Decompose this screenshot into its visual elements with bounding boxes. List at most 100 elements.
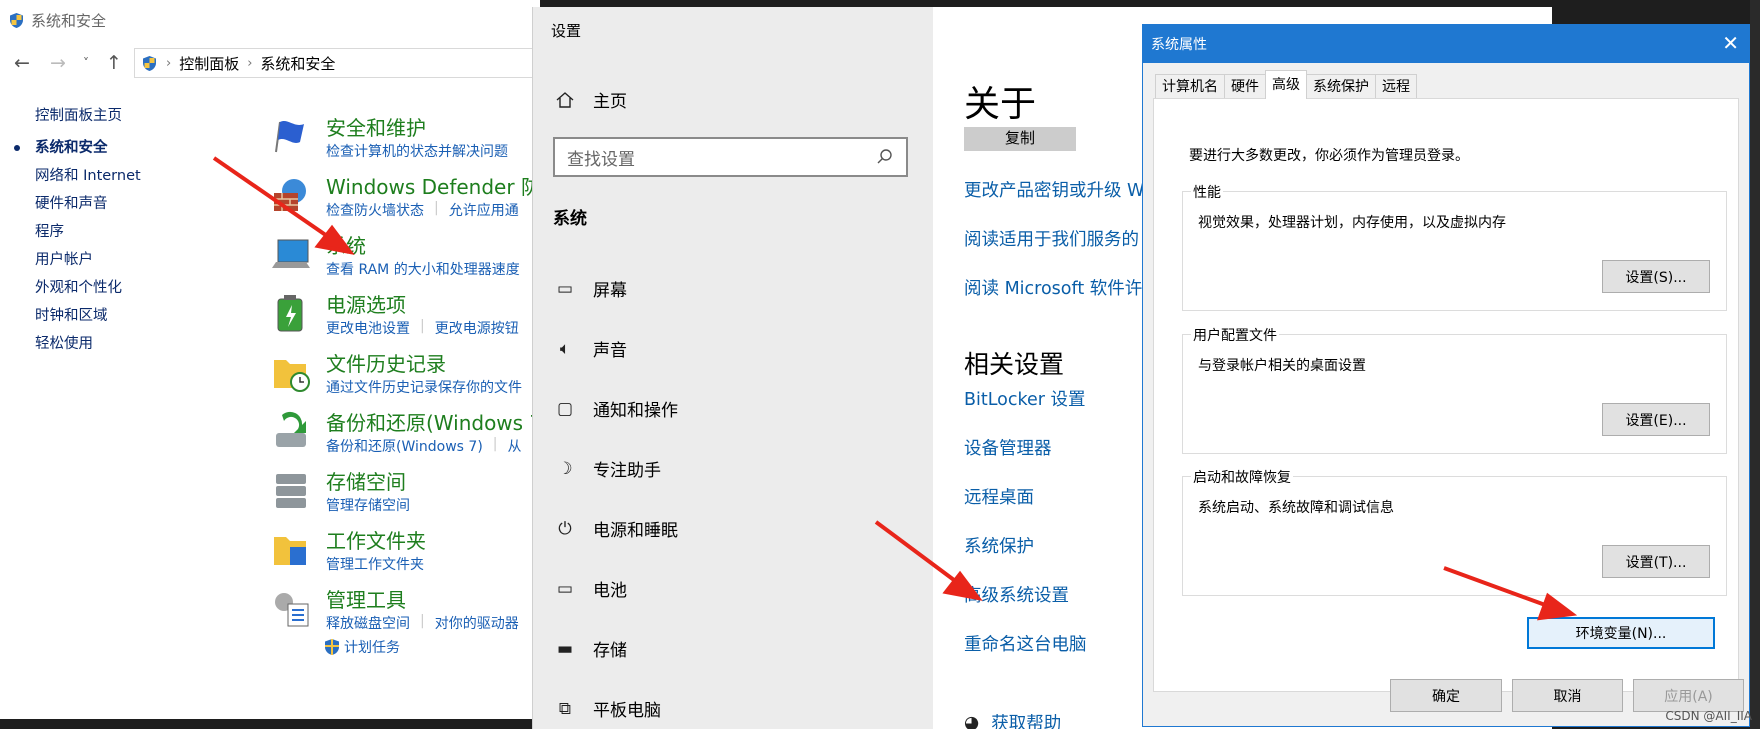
- system-properties-dialog: 系统属性 ✕ 计算机名 硬件 高级 系统保护 远程 要进行大多数更改，你必须作为…: [1142, 24, 1750, 727]
- tab-remote[interactable]: 远程: [1375, 74, 1417, 99]
- watermark: CSDN @AII_IIA: [1665, 709, 1752, 723]
- rename-pc-link[interactable]: 重命名这台电脑: [964, 631, 1087, 656]
- copy-button[interactable]: 复制: [964, 127, 1076, 151]
- category-firewall: Windows Defender 防 检查防火墙状态 | 允许应用通: [270, 173, 540, 229]
- shield-icon: [143, 55, 156, 71]
- sidebar-item-security[interactable]: 系统和安全: [35, 136, 108, 157]
- settings-item-display[interactable]: ▭ 屏幕: [553, 276, 627, 302]
- back-arrow-icon[interactable]: ←: [8, 49, 36, 77]
- category-title[interactable]: 电源选项: [326, 289, 406, 318]
- category-title[interactable]: 备份和还原(Windows 7: [326, 407, 540, 436]
- category-link[interactable]: 允许应用通: [449, 200, 519, 220]
- folder-clock-icon: [274, 360, 310, 392]
- settings-sidebar: 设置 主页 查找设置 系统 ▭ 屏幕 🔈︎ 声音 ▢ 通知和操作 ☽ 专注助手 ⏻ 电源和…: [533, 7, 933, 729]
- category-link[interactable]: 更改电源按钮: [435, 318, 519, 338]
- scheduled-tasks-link[interactable]: 计划任务: [324, 637, 400, 657]
- product-key-link[interactable]: 更改产品密钥或升级 W: [964, 177, 1144, 202]
- search-placeholder: 查找设置: [567, 149, 635, 170]
- category-link[interactable]: 查看 RAM 的大小和处理器速度: [326, 259, 520, 279]
- group-description: 系统启动、系统故障和调试信息: [1198, 500, 1394, 516]
- settings-search-input[interactable]: 查找设置: [553, 137, 908, 177]
- category-title[interactable]: 存储空间: [326, 466, 406, 495]
- category-title[interactable]: 安全和维护: [326, 112, 426, 141]
- category-link[interactable]: 管理存储空间: [326, 495, 410, 515]
- address-bar[interactable]: › 控制面板 › 系统和安全: [134, 48, 540, 78]
- settings-item-power[interactable]: ⏻ 电源和睡眠: [553, 516, 678, 542]
- sidebar-item-ease[interactable]: 轻松使用: [35, 332, 93, 353]
- firewall-icon: [274, 179, 306, 211]
- tab-advanced[interactable]: 高级: [1265, 70, 1307, 99]
- sidebar-item-clock[interactable]: 时钟和区域: [35, 304, 108, 325]
- user-profiles-group: 用户配置文件 与登录帐户相关的桌面设置 设置(E)...: [1182, 325, 1727, 454]
- device-manager-link[interactable]: 设备管理器: [964, 435, 1052, 460]
- tab-hardware[interactable]: 硬件: [1224, 74, 1266, 99]
- startup-recovery-settings-button[interactable]: 设置(T)...: [1602, 545, 1710, 578]
- category-system: 系统 查看 RAM 的大小和处理器速度: [270, 232, 540, 288]
- dialog-title: 系统属性: [1151, 37, 1207, 53]
- admin-tools-icon: [275, 593, 309, 627]
- help-icon: ◕: [964, 712, 980, 729]
- category-link[interactable]: 更改电池设置: [326, 318, 410, 338]
- remote-desktop-link[interactable]: 远程桌面: [964, 484, 1034, 509]
- settings-item-battery[interactable]: ▭ 电池: [553, 576, 627, 602]
- apply-button[interactable]: 应用(A): [1633, 679, 1744, 712]
- group-legend: 用户配置文件: [1191, 325, 1279, 345]
- category-link[interactable]: 备份和还原(Windows 7): [326, 436, 483, 456]
- category-link[interactable]: 从: [508, 436, 522, 456]
- sidebar-item-users[interactable]: 用户帐户: [35, 248, 93, 269]
- settings-home-item[interactable]: 主页: [555, 87, 627, 112]
- category-link[interactable]: 通过文件历史记录保存你的文件: [326, 377, 522, 397]
- settings-item-storage[interactable]: ▬ 存储: [553, 636, 627, 662]
- bitlocker-link[interactable]: BitLocker 设置: [964, 386, 1086, 411]
- up-arrow-icon[interactable]: ↑: [100, 49, 128, 77]
- system-protection-link[interactable]: 系统保护: [964, 533, 1034, 558]
- sidebar-item-appearance[interactable]: 外观和个性化: [35, 276, 122, 297]
- ok-button[interactable]: 确定: [1390, 679, 1502, 712]
- cancel-button[interactable]: 取消: [1512, 679, 1623, 712]
- sidebar-item-network[interactable]: 网络和 Internet: [35, 164, 141, 185]
- category-title[interactable]: 管理工具: [326, 584, 406, 613]
- category-link[interactable]: 对你的驱动器: [435, 613, 519, 633]
- category-link[interactable]: 检查计算机的状态并解决问题: [326, 141, 508, 161]
- group-legend: 性能: [1191, 182, 1223, 202]
- settings-item-focus[interactable]: ☽ 专注助手: [553, 456, 661, 482]
- history-dropdown-icon[interactable]: ˅: [72, 49, 100, 77]
- category-link[interactable]: 管理工作文件夹: [326, 554, 424, 574]
- settings-item-tablet[interactable]: ⧉ 平板电脑: [553, 696, 661, 722]
- category-title[interactable]: 工作文件夹: [326, 525, 426, 554]
- settings-item-notifications[interactable]: ▢ 通知和操作: [553, 396, 678, 422]
- get-help-link[interactable]: ◕ 获取帮助: [964, 710, 1061, 729]
- category-link[interactable]: 检查防火墙状态: [326, 200, 424, 220]
- tab-computer-name[interactable]: 计算机名: [1155, 74, 1225, 99]
- category-admin-tools: 管理工具 释放磁盘空间 | 对你的驱动器: [270, 586, 540, 642]
- breadcrumb-item[interactable]: 系统和安全: [260, 53, 335, 74]
- control-panel-window: 系统和安全 ← → ˅ ↑ › 控制面板 › 系统和安全 控制面板主页 系统和安…: [0, 0, 540, 719]
- home-label: 主页: [593, 92, 627, 112]
- sidebar-item-home[interactable]: 控制面板主页: [35, 104, 122, 125]
- sidebar-item-hardware[interactable]: 硬件和声音: [35, 192, 108, 213]
- tab-system-protection[interactable]: 系统保护: [1306, 74, 1376, 99]
- forward-arrow-icon[interactable]: →: [44, 49, 72, 77]
- message-icon: ▢: [556, 398, 574, 419]
- flag-icon: [275, 121, 304, 153]
- settings-title: 设置: [551, 22, 582, 40]
- sidebar-item-programs[interactable]: 程序: [35, 220, 64, 241]
- category-title[interactable]: Windows Defender 防: [326, 171, 540, 200]
- license-terms-link[interactable]: 阅读 Microsoft 软件许可: [964, 275, 1160, 300]
- advanced-system-settings-link[interactable]: 高级系统设置: [964, 582, 1069, 607]
- environment-variables-button[interactable]: 环境变量(N)...: [1527, 617, 1715, 649]
- category-backup: 备份和还原(Windows 7 备份和还原(Windows 7) | 从: [270, 409, 540, 465]
- settings-item-sound[interactable]: 🔈︎ 声音: [553, 336, 627, 362]
- storage-icon: ▬: [556, 638, 574, 659]
- user-profiles-settings-button[interactable]: 设置(E)...: [1602, 403, 1710, 436]
- category-link[interactable]: 释放磁盘空间: [326, 613, 410, 633]
- performance-settings-button[interactable]: 设置(S)...: [1602, 260, 1710, 293]
- category-title[interactable]: 文件历史记录: [326, 348, 446, 377]
- category-title[interactable]: 系统: [326, 230, 366, 259]
- close-icon[interactable]: ✕: [1722, 31, 1739, 55]
- services-agreement-link[interactable]: 阅读适用于我们服务的: [964, 226, 1139, 251]
- speaker-icon: 🔈︎: [559, 338, 571, 359]
- breadcrumb-item[interactable]: 控制面板: [179, 53, 239, 74]
- category-security-maintenance: 安全和维护 检查计算机的状态并解决问题: [270, 114, 540, 170]
- window-edge: [1750, 0, 1760, 729]
